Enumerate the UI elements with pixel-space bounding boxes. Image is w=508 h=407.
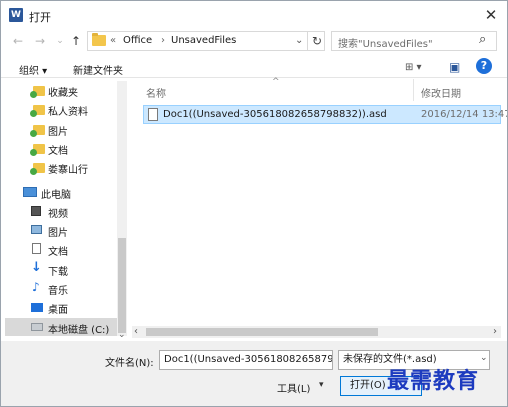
address-dropdown[interactable]: ⌄ <box>295 35 303 46</box>
sidebar-scroll-down[interactable]: ⌄ <box>118 330 126 340</box>
forward-button[interactable]: → <box>33 34 47 48</box>
download-icon: ↓ <box>31 260 42 275</box>
pictures-icon <box>31 225 42 234</box>
sidebar-item-pictures-quick[interactable]: 图片 <box>48 123 68 138</box>
folder-icon <box>30 105 45 117</box>
column-header-modified[interactable]: 修改日期 <box>421 85 461 100</box>
sidebar-scrollbar-thumb[interactable] <box>118 238 126 333</box>
toolbar-divider <box>1 77 507 78</box>
sidebar-item-downloads[interactable]: 下载 <box>48 263 68 278</box>
breadcrumb-office[interactable]: Office <box>123 35 152 46</box>
back-button[interactable]: ← <box>11 34 25 48</box>
file-name[interactable]: Doc1((Unsaved-305618082658798832)).asd <box>163 109 387 120</box>
video-icon <box>31 206 41 216</box>
sidebar-item-documents-quick[interactable]: 文档 <box>48 142 68 157</box>
sidebar-item-this-pc[interactable]: 此电脑 <box>41 186 71 201</box>
organize-menu[interactable]: 组织 ▾ <box>19 62 47 77</box>
column-divider[interactable] <box>413 79 414 101</box>
folder-icon <box>30 125 45 137</box>
desktop-icon <box>31 303 43 312</box>
word-icon: W <box>9 8 23 22</box>
breadcrumb-separator: › <box>161 35 165 46</box>
filelist-scrollbar-thumb[interactable] <box>146 328 378 336</box>
sidebar-item-documents[interactable]: 文档 <box>48 243 68 258</box>
scroll-left-arrow[interactable]: ‹ <box>134 326 138 337</box>
search-icon[interactable]: ⌕ <box>479 32 486 47</box>
pc-icon <box>23 187 37 197</box>
up-button[interactable]: ↑ <box>69 34 83 48</box>
documents-icon <box>32 243 41 254</box>
filename-label: 文件名(N): <box>105 358 154 369</box>
sidebar-item-music[interactable]: 音乐 <box>48 282 68 297</box>
preview-pane-icon[interactable]: ▣ <box>449 60 460 74</box>
sort-indicator-icon: ^ <box>272 77 280 87</box>
recent-locations-dropdown[interactable]: ⌄ <box>53 34 67 48</box>
sidebar-item-videos[interactable]: 视频 <box>48 205 68 220</box>
favorites-folder-icon <box>30 86 45 98</box>
tools-menu[interactable]: 工具(L) <box>277 380 310 395</box>
change-view-icon[interactable]: ⊞ ▾ <box>405 62 422 73</box>
sidebar-item-louzhaishanxing[interactable]: 娄寨山行 <box>48 161 88 176</box>
column-header-name[interactable]: 名称 <box>146 85 166 100</box>
file-icon <box>148 108 158 121</box>
sidebar-item-local-disk-c[interactable]: 本地磁盘 (C:) <box>48 321 109 336</box>
folder-icon <box>30 163 45 175</box>
filename-input[interactable]: Doc1((Unsaved-30561808265879 <box>159 350 333 370</box>
tools-dropdown-icon[interactable]: ▾ <box>319 380 324 390</box>
search-placeholder: 搜索"UnsavedFiles" <box>338 39 433 50</box>
breadcrumb-unsavedfiles[interactable]: UnsavedFiles <box>171 35 236 46</box>
folder-icon <box>92 33 106 46</box>
folder-icon <box>30 144 45 156</box>
filetype-dropdown-icon: ⌄ <box>480 353 488 363</box>
sidebar-item-private[interactable]: 私人资料 <box>48 103 88 118</box>
watermark-text: 最需教育 <box>387 368 480 394</box>
breadcrumb-overflow[interactable]: « <box>110 35 116 46</box>
scroll-right-arrow[interactable]: › <box>493 326 497 337</box>
music-icon: ♪ <box>32 280 40 294</box>
sidebar-item-pictures[interactable]: 图片 <box>48 224 68 239</box>
close-button[interactable]: ✕ <box>481 5 501 25</box>
sidebar-item-favorites[interactable]: 收藏夹 <box>48 84 78 99</box>
refresh-icon[interactable]: ↻ <box>312 34 322 48</box>
dialog-title: 打开 <box>29 11 51 24</box>
help-icon[interactable]: ? <box>476 58 492 74</box>
sidebar-item-desktop[interactable]: 桌面 <box>48 301 68 316</box>
file-modified-date: 2016/12/14 13:47 <box>421 109 508 120</box>
drive-icon <box>31 323 43 331</box>
address-divider <box>307 31 308 51</box>
new-folder-button[interactable]: 新建文件夹 <box>73 62 123 77</box>
title-bar <box>1 1 507 29</box>
open-file-dialog: W 打开 ✕ ← → ⌄ ↑ « Office › UnsavedFiles ⌄… <box>0 0 508 407</box>
